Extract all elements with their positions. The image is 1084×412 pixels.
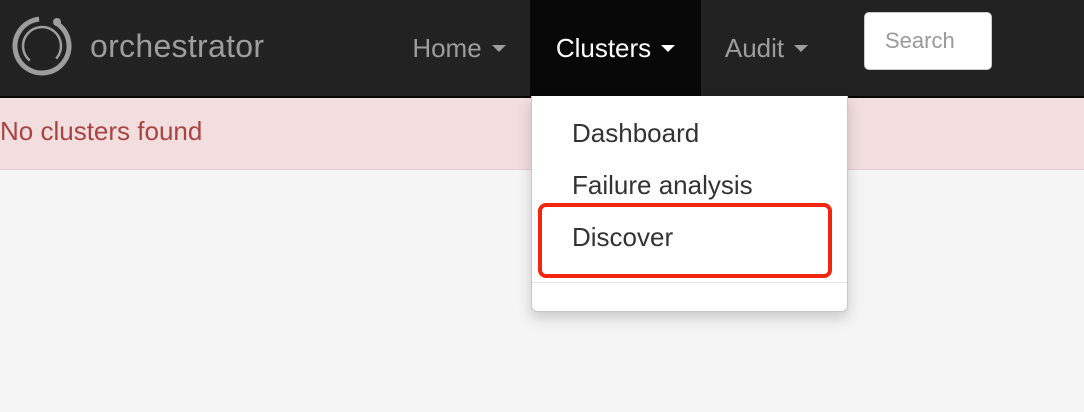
caret-down-icon: [794, 44, 809, 52]
nav-home-dropdown[interactable]: Home: [390, 0, 528, 96]
menu-item-dashboard[interactable]: Dashboard: [572, 118, 699, 149]
top-navbar: orchestrator Home Clusters Audit: [0, 0, 1084, 98]
menu-item-discover[interactable]: Discover: [572, 222, 673, 253]
menu-divider: [532, 282, 847, 283]
nav-clusters-dropdown[interactable]: Clusters: [530, 0, 701, 96]
alert-message: No clusters found: [0, 116, 203, 146]
clusters-dropdown-menu: Dashboard Failure analysis Discover: [531, 96, 848, 312]
caret-down-icon: [491, 44, 506, 52]
nav-home-label: Home: [412, 32, 482, 63]
nav-audit-label: Audit: [724, 32, 785, 63]
brand-link[interactable]: orchestrator: [8, 12, 264, 80]
brand-name: orchestrator: [90, 27, 265, 64]
nav-audit-dropdown[interactable]: Audit: [703, 0, 830, 96]
search-input[interactable]: [864, 12, 992, 70]
caret-down-icon: [661, 44, 676, 52]
nav-clusters-label: Clusters: [555, 32, 652, 63]
menu-item-failure-analysis[interactable]: Failure analysis: [572, 170, 753, 201]
orchestrator-ring-logo-icon: [12, 16, 72, 76]
